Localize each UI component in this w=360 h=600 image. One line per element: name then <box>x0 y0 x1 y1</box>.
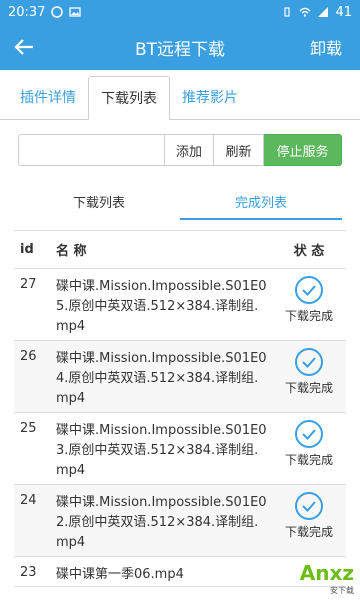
header-name: 名 称 <box>56 244 87 259</box>
download-toolbar: 添加 刷新 停止服务 <box>18 134 342 166</box>
app-bar: BT远程下载 卸载 <box>0 24 360 70</box>
watermark-subtext: 安下载 <box>330 586 354 595</box>
stop-service-button[interactable]: 停止服务 <box>264 134 342 166</box>
uninstall-button[interactable]: 卸载 <box>300 24 360 70</box>
row-name: 碟中课.Mission.Impossible.S01E02.原创中英双语.512… <box>56 495 267 550</box>
row-name: 碟中课第一季06.mp4 <box>56 567 184 582</box>
check-circle-icon <box>295 276 323 304</box>
watermark-text: Anxz <box>299 561 354 585</box>
table-header: id 名 称 状 态 <box>14 231 346 269</box>
tab-recommended-movies[interactable]: 推荐影片 <box>170 75 250 119</box>
chat-icon <box>51 6 64 18</box>
status-label: 下载完成 <box>284 525 333 539</box>
refresh-button[interactable]: 刷新 <box>214 134 264 166</box>
table-row[interactable]: 23 碟中课第一季06.mp4 <box>14 557 346 587</box>
row-status: 下载完成 <box>272 485 346 556</box>
row-status: 下载完成 <box>272 341 346 412</box>
torrent-url-input[interactable] <box>18 134 164 166</box>
table-row[interactable]: 26 碟中课.Mission.Impossible.S01E04.原创中英双语.… <box>14 341 346 413</box>
image-icon <box>69 7 82 17</box>
subtab-downloading[interactable]: 下载列表 <box>18 186 180 220</box>
tab-plugin-details[interactable]: 插件详情 <box>8 75 88 119</box>
subtab-completed[interactable]: 完成列表 <box>180 186 342 220</box>
status-label: 下载完成 <box>284 381 333 395</box>
row-id: 25 <box>20 421 37 436</box>
header-id: id <box>20 242 34 257</box>
row-id: 24 <box>20 493 37 508</box>
signal-icon <box>318 7 329 17</box>
completed-table: id 名 称 状 态 27 碟中课.Mission.Impossible.S01… <box>14 230 346 587</box>
row-name: 碟中课.Mission.Impossible.S01E03.原创中英双语.512… <box>56 423 267 478</box>
row-status: 下载完成 <box>272 269 346 340</box>
row-name: 碟中课.Mission.Impossible.S01E04.原创中英双语.512… <box>56 351 267 406</box>
row-name: 碟中课.Mission.Impossible.S01E05.原创中英双语.512… <box>56 279 267 334</box>
add-button[interactable]: 添加 <box>164 134 214 166</box>
row-status: 下载完成 <box>272 413 346 484</box>
table-row[interactable]: 27 碟中课.Mission.Impossible.S01E05.原创中英双语.… <box>14 269 346 341</box>
header-status: 状 态 <box>293 244 325 259</box>
site-watermark: Anxz 安下载 <box>300 561 354 596</box>
row-id: 23 <box>20 565 37 580</box>
status-time: 20:37 <box>8 4 46 20</box>
status-label: 下载完成 <box>284 309 333 323</box>
table-row[interactable]: 25 碟中课.Mission.Impossible.S01E03.原创中英双语.… <box>14 413 346 485</box>
check-circle-icon <box>295 348 323 376</box>
row-id: 26 <box>20 349 37 364</box>
wifi-icon <box>299 7 311 17</box>
check-circle-icon <box>295 420 323 448</box>
row-id: 27 <box>20 277 37 292</box>
status-label: 下载完成 <box>284 453 333 467</box>
battery-level: 41 <box>335 4 352 20</box>
status-bar: 20:37 41 <box>0 0 360 24</box>
check-circle-icon <box>295 492 323 520</box>
list-subtabs: 下载列表 完成列表 <box>18 186 342 220</box>
vibrate-icon <box>284 7 291 17</box>
back-button[interactable] <box>0 24 48 70</box>
tab-download-list[interactable]: 下载列表 <box>88 76 170 120</box>
back-arrow-icon <box>14 39 33 55</box>
tab-bar: 插件详情 下载列表 推荐影片 <box>0 70 360 120</box>
table-row[interactable]: 24 碟中课.Mission.Impossible.S01E02.原创中英双语.… <box>14 485 346 557</box>
